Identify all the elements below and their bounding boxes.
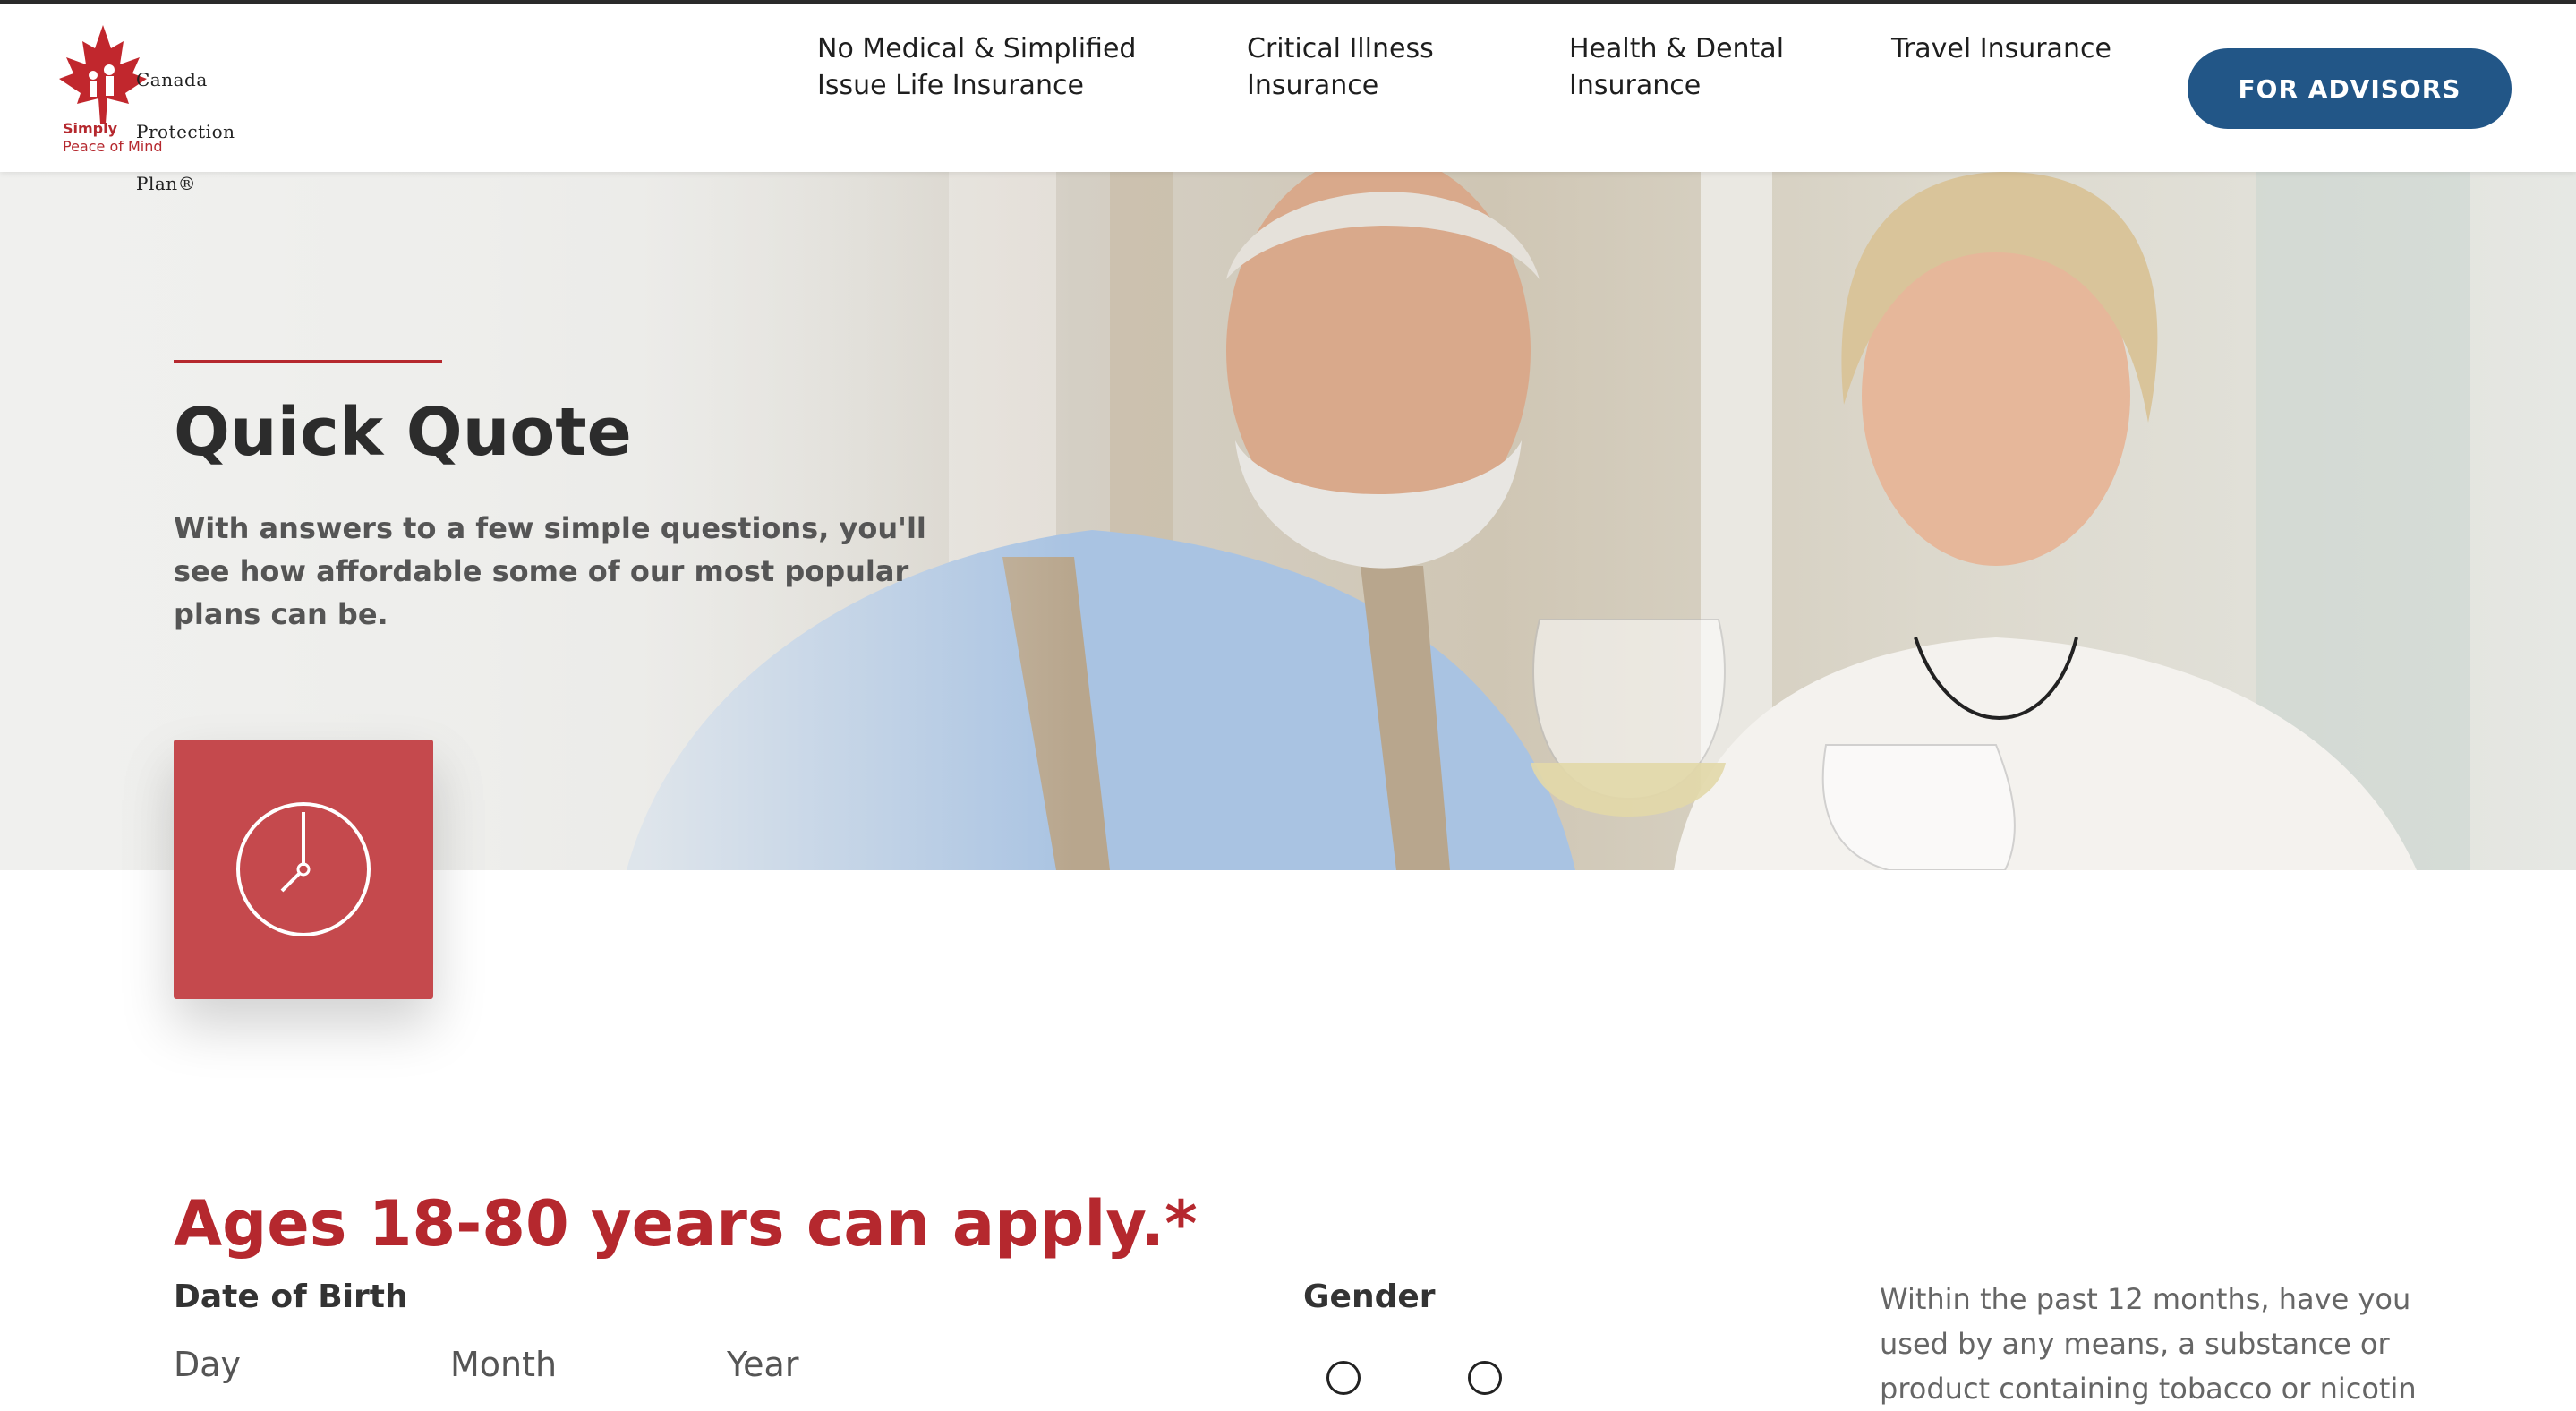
brand-tagline-peace: Peace of Mind xyxy=(63,138,163,155)
eligibility-heading: Ages 18-80 years can apply.* xyxy=(174,1187,1198,1261)
nav-item-label: Travel Insurance xyxy=(1891,33,2111,64)
hero-description-line: With answers to a few simple questions, … xyxy=(174,511,926,545)
brand-logo[interactable]: Canada Protection Plan® Simply Peace of … xyxy=(54,23,269,194)
for-advisors-button[interactable]: FOR ADVISORS xyxy=(2188,48,2512,129)
nav-item-travel[interactable]: Travel Insurance xyxy=(1891,30,2111,67)
tobacco-question-line: Within the past 12 months, have you xyxy=(1880,1282,2411,1316)
dob-month-field[interactable]: Month xyxy=(450,1345,557,1384)
dob-label: Date of Birth xyxy=(174,1278,408,1315)
tobacco-question-line: used by any means, a substance or xyxy=(1880,1327,2390,1361)
tobacco-question: Within the past 12 months, have you used… xyxy=(1880,1277,2435,1411)
nav-item-no-medical-life[interactable]: No Medical & Simplified Issue Life Insur… xyxy=(817,30,1136,104)
nav-item-label: Insurance xyxy=(1569,70,1702,101)
hero-description-line: plans can be. xyxy=(174,597,388,631)
tobacco-question-line: product containing tobacco or nicotin xyxy=(1880,1372,2417,1406)
gender-label: Gender xyxy=(1303,1278,1436,1315)
dob-year-field[interactable]: Year xyxy=(727,1345,798,1384)
hero-accent-rule xyxy=(174,360,442,363)
nav-item-label: No Medical & Simplified xyxy=(817,33,1137,64)
hero-description-line: see how affordable some of our most popu… xyxy=(174,554,909,588)
nav-item-label: Issue Life Insurance xyxy=(817,70,1084,101)
nav-item-label: Insurance xyxy=(1247,70,1379,101)
hero-description: With answers to a few simple questions, … xyxy=(174,507,926,636)
clock-icon xyxy=(236,802,371,936)
site-header: Canada Protection Plan® Simply Peace of … xyxy=(0,4,2576,194)
brand-name-line: Canada xyxy=(136,69,208,90)
dob-day-field[interactable]: Day xyxy=(174,1345,241,1384)
nav-item-label: Health & Dental xyxy=(1569,33,1785,64)
gender-radio-2[interactable] xyxy=(1468,1361,1502,1395)
nav-item-label: Critical Illness xyxy=(1247,33,1434,64)
page-title: Quick Quote xyxy=(174,394,632,471)
brand-name-line: Plan® xyxy=(136,173,197,194)
quote-time-tile xyxy=(174,740,433,999)
gender-radio-1[interactable] xyxy=(1326,1361,1361,1395)
nav-item-health-dental[interactable]: Health & Dental Insurance xyxy=(1569,30,1784,104)
brand-name: Canada Protection Plan® xyxy=(136,41,235,223)
brand-tagline-simply: Simply xyxy=(63,120,118,137)
nav-item-critical-illness[interactable]: Critical Illness Insurance xyxy=(1247,30,1434,104)
